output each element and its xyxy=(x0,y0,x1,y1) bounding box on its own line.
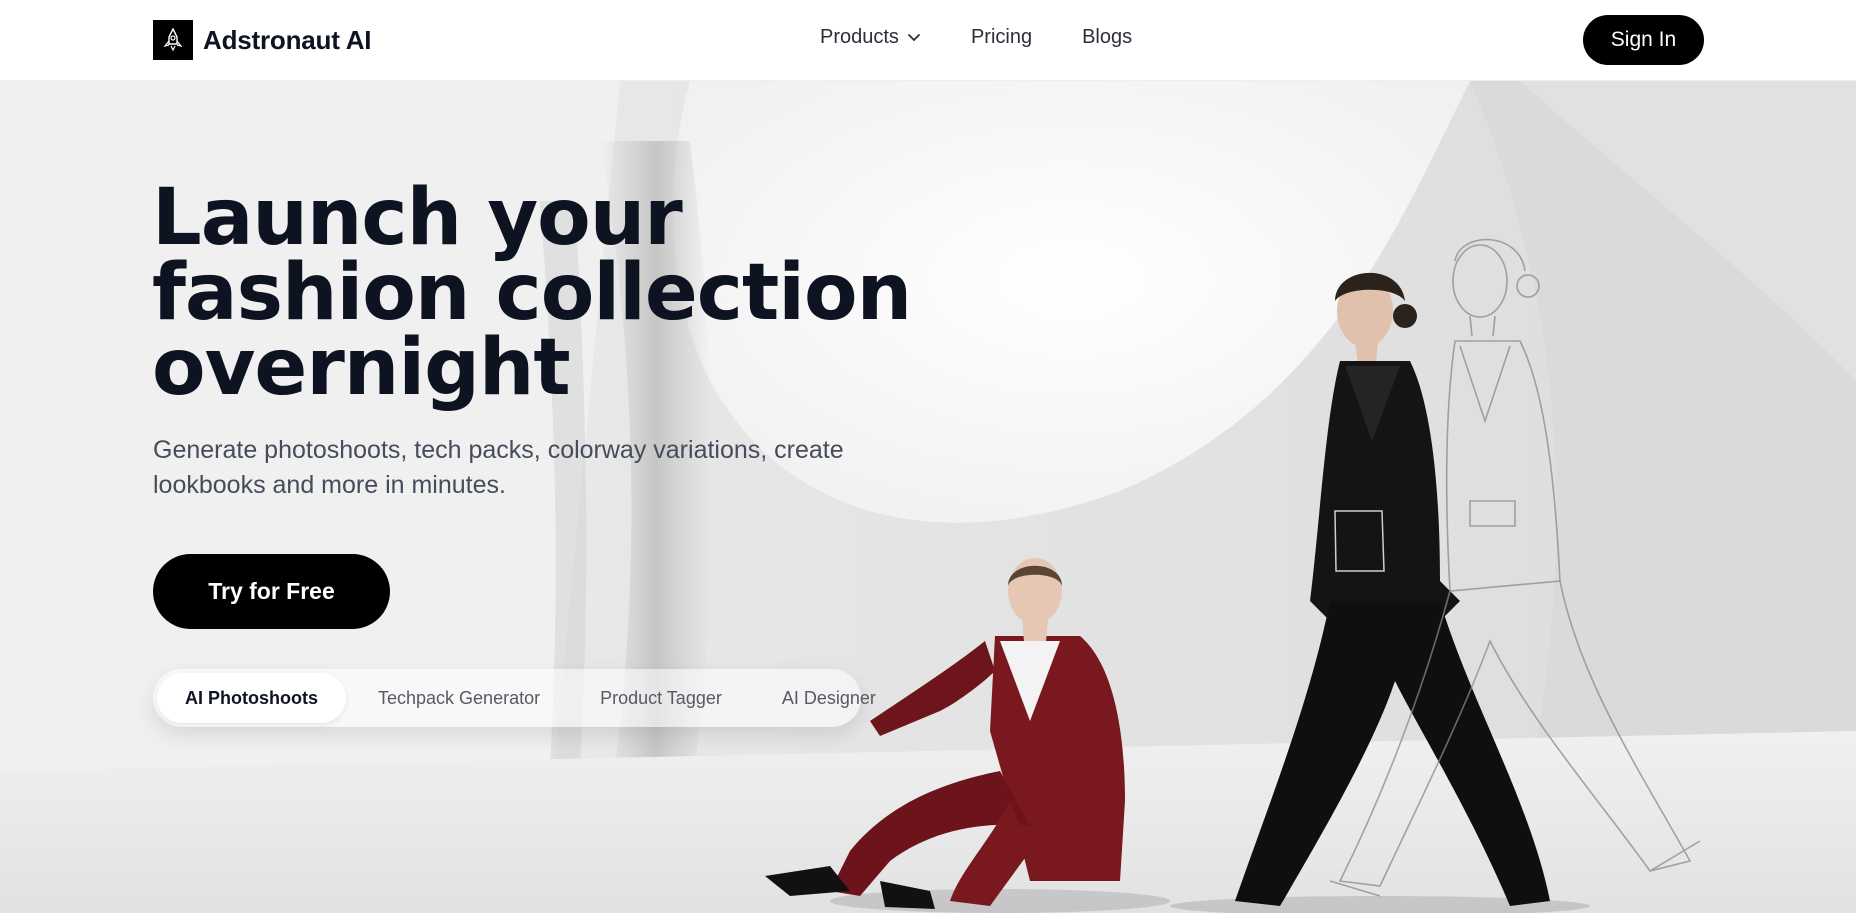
chevron-down-icon xyxy=(907,33,921,43)
brand-link[interactable]: Adstronaut AI xyxy=(153,20,372,60)
headline-line-1: Launch your xyxy=(152,173,683,263)
hero-subtitle: Generate photoshoots, tech packs, colorw… xyxy=(153,433,873,503)
sign-in-button[interactable]: Sign In xyxy=(1583,15,1704,65)
rocket-logo-icon xyxy=(153,20,193,60)
top-navbar: Adstronaut AI Products Pricing Blogs Sig… xyxy=(0,0,1856,81)
brand-name: Adstronaut AI xyxy=(203,24,372,55)
tab-techpack-generator[interactable]: Techpack Generator xyxy=(350,673,568,723)
headline-line-2: fashion collection xyxy=(152,248,912,338)
product-tabs: AI Photoshoots Techpack Generator Produc… xyxy=(153,669,876,727)
main-nav: Products Pricing Blogs xyxy=(820,26,1182,49)
try-for-free-button[interactable]: Try for Free xyxy=(153,554,390,629)
nav-products-dropdown[interactable]: Products xyxy=(820,26,921,49)
tab-ai-designer[interactable]: AI Designer xyxy=(754,673,904,723)
subtitle-line-2: lookbooks and more in minutes. xyxy=(153,471,506,499)
subtitle-line-1: Generate photoshoots, tech packs, colorw… xyxy=(153,436,844,464)
hero-headline: Launch your fashion collection overnight xyxy=(152,173,912,413)
hero-section: Launch your fashion collection overnight… xyxy=(0,81,1856,913)
nav-pricing-link[interactable]: Pricing xyxy=(971,26,1032,49)
nav-products-label: Products xyxy=(820,26,899,48)
headline-line-3: overnight xyxy=(152,323,571,413)
tab-product-tagger[interactable]: Product Tagger xyxy=(572,673,750,723)
tab-ai-photoshoots[interactable]: AI Photoshoots xyxy=(157,673,346,723)
nav-blogs-link[interactable]: Blogs xyxy=(1082,26,1132,49)
